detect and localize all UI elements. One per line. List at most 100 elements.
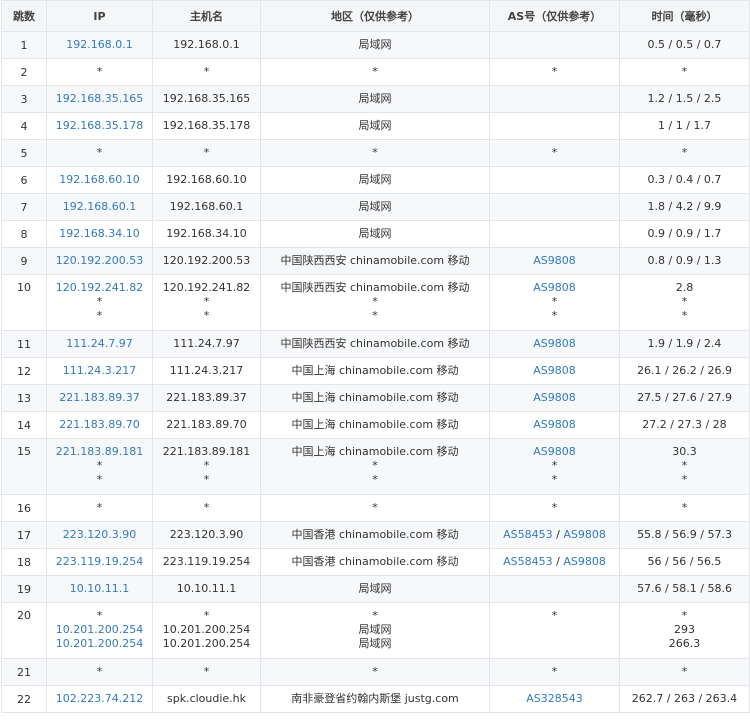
ip-link[interactable]: 192.168.60.10 (47, 173, 152, 187)
hostname-value: 10.201.200.254 (162, 623, 251, 636)
time-cell: 1.9 / 1.9 / 2.4 (619, 330, 750, 358)
hostname-value: 120.192.200.53 (162, 254, 251, 267)
ip-link[interactable]: 192.168.0.1 (47, 38, 152, 52)
ip-cell: 223.120.3.90 (46, 521, 153, 549)
as-link[interactable]: AS9808 (533, 254, 576, 267)
as-value: * (551, 459, 558, 472)
ip-link[interactable]: 223.120.3.90 (47, 528, 152, 542)
region-value: * (372, 295, 378, 308)
as-cell: AS9808 (489, 411, 620, 439)
ip-cell: 111.24.7.97 (46, 330, 153, 358)
hostname-cell: 120.192.241.82 * * (152, 274, 261, 331)
time-value: * (681, 609, 688, 622)
region-cell: * 局域网 局域网 (260, 602, 490, 659)
as-cell: * (489, 58, 620, 86)
hostname-value: 192.168.60.1 (169, 200, 244, 213)
as-link[interactable]: AS58453 (503, 555, 553, 568)
as-link[interactable]: AS9808 (563, 528, 606, 541)
time-value: 2.8 (675, 281, 694, 294)
hop-cell: 7 (1, 193, 47, 221)
ip-link[interactable]: 120.192.241.82 (47, 281, 152, 295)
ip-cell: 192.168.60.10 (46, 166, 153, 194)
region-cell: 中国上海 chinamobile.com 移动 (260, 357, 490, 385)
time-value: * (681, 501, 688, 514)
ip-link[interactable]: 102.223.74.212 (47, 692, 152, 706)
as-value: * (551, 309, 558, 322)
as-cell: AS9808 * * (489, 438, 620, 495)
hostname-cell: * (152, 658, 261, 686)
as-link[interactable]: AS58453 (503, 528, 553, 541)
time-value: * (681, 309, 688, 322)
header-hop: 跳数 (1, 0, 47, 32)
ip-link[interactable]: 120.192.200.53 (47, 254, 152, 268)
ip-link[interactable]: 223.119.19.254 (47, 555, 152, 569)
table-row: 22 102.223.74.212 spk.cloudie.hk 南非豪登省约翰内斯堡… (1, 685, 750, 713)
as-cell: * (489, 139, 620, 167)
region-value: * (372, 146, 378, 159)
ip-link[interactable]: 221.183.89.37 (47, 391, 152, 405)
region-value: 中国香港 chinamobile.com 移动 (291, 528, 459, 541)
hop-cell: 2 (1, 58, 47, 86)
ip-link[interactable]: 221.183.89.181 (47, 445, 152, 459)
as-line: AS328543 (490, 692, 619, 706)
hostname-value: * (203, 65, 210, 78)
ip-link[interactable]: 192.168.35.165 (47, 92, 152, 106)
time-cell: 0.5 / 0.5 / 0.7 (619, 31, 750, 59)
hostname-value: * (203, 146, 210, 159)
hostname-value: 10.201.200.254 (162, 637, 251, 650)
time-value: 1 / 1 / 1.7 (658, 119, 711, 132)
time-value: 56 / 56 / 56.5 (647, 555, 722, 568)
time-cell: 26.1 / 26.2 / 26.9 (619, 357, 750, 385)
table-row: 15 221.183.89.181 * * 221.183.89.181 * * 中国上海 c… (1, 438, 750, 495)
table-row: 7 192.168.60.1 192.168.60.1 局域网 1.8 / 4.2 / … (1, 193, 750, 221)
hop-cell: 18 (1, 548, 47, 576)
ip-link[interactable]: 192.168.60.1 (47, 200, 152, 214)
ip-link[interactable]: 111.24.7.97 (47, 337, 152, 351)
time-value: 26.1 / 26.2 / 26.9 (637, 364, 732, 377)
ip-link[interactable]: 10.201.200.254 (47, 637, 152, 651)
ip-cell: 223.119.19.254 (46, 548, 153, 576)
as-link[interactable]: AS9808 (533, 281, 576, 294)
ip-cell: 120.192.200.53 (46, 247, 153, 275)
time-cell: 0.9 / 0.9 / 1.7 (619, 220, 750, 248)
as-link[interactable]: AS9808 (533, 337, 576, 350)
table-row: 16 * * * * * (1, 494, 750, 522)
as-link[interactable]: AS9808 (533, 364, 576, 377)
as-cell: AS58453 / AS9808 (489, 548, 620, 576)
ip-link[interactable]: 10.201.200.254 (47, 623, 152, 637)
as-line: * (490, 609, 619, 623)
ip-link[interactable]: 111.24.3.217 (47, 364, 152, 378)
table-row: 18 223.119.19.254 223.119.19.254 中国香港 china… (1, 548, 750, 576)
as-value: * (551, 609, 558, 622)
ip-link[interactable]: 221.183.89.70 (47, 418, 152, 432)
region-cell: 局域网 (260, 193, 490, 221)
as-link[interactable]: AS9808 (533, 445, 576, 458)
as-line: AS9808 (490, 337, 619, 351)
ip-link[interactable]: 192.168.34.10 (47, 227, 152, 241)
time-value: 1.8 / 4.2 / 9.9 (647, 200, 722, 213)
hostname-cell: 111.24.7.97 (152, 330, 261, 358)
as-link[interactable]: AS9808 (533, 391, 576, 404)
region-cell: 局域网 (260, 112, 490, 140)
as-line (490, 637, 619, 651)
region-cell: 中国上海 chinamobile.com 移动 (260, 384, 490, 412)
as-line: * (490, 309, 619, 323)
region-value: * (372, 501, 378, 514)
as-link[interactable]: AS328543 (526, 692, 583, 705)
table-row: 13 221.183.89.37 221.183.89.37 中国上海 chinamo… (1, 384, 750, 412)
ip-link[interactable]: 192.168.35.178 (47, 119, 152, 133)
as-link[interactable]: AS9808 (533, 418, 576, 431)
hop-cell: 5 (1, 139, 47, 167)
time-value: 30.3 (672, 445, 697, 458)
hostname-value: 192.168.60.10 (166, 173, 247, 186)
time-value: * (681, 146, 688, 159)
region-value: 局域网 (358, 38, 392, 51)
hostname-value: * (203, 609, 210, 622)
as-line (490, 200, 619, 214)
header-hostname: 主机名 (152, 0, 261, 32)
time-value: * (681, 65, 688, 78)
as-link[interactable]: AS9808 (563, 555, 606, 568)
hop-cell: 14 (1, 411, 47, 439)
ip-link[interactable]: 10.10.11.1 (47, 582, 152, 596)
region-value: 局域网 (358, 92, 392, 105)
